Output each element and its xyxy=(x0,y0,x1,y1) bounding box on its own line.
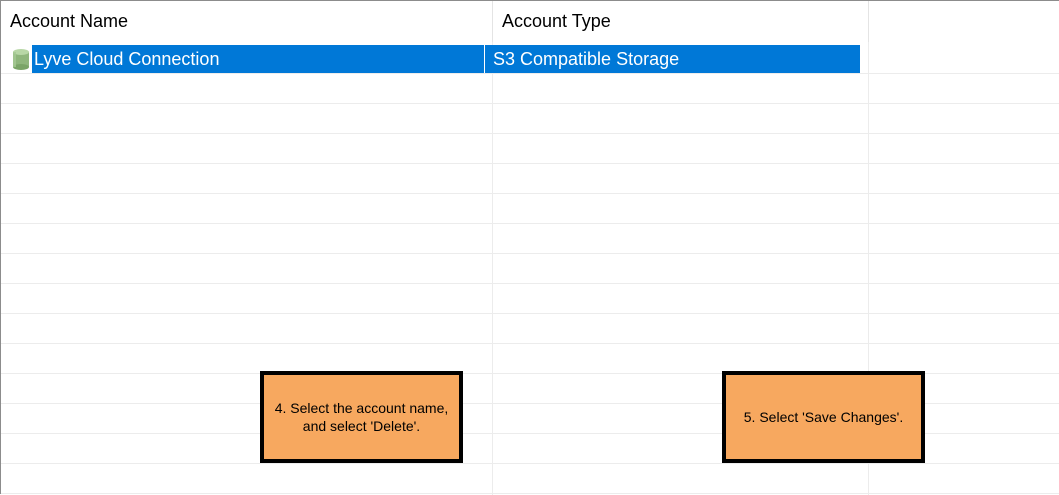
callout-text: 4. Select the account name, and select '… xyxy=(274,400,449,434)
storage-cylinder-icon xyxy=(10,46,32,72)
account-type-cell[interactable]: S3 Compatible Storage xyxy=(484,45,860,73)
column-header-account-name[interactable]: Account Name xyxy=(1,1,493,42)
account-name-cell[interactable]: Lyve Cloud Connection xyxy=(32,45,484,73)
instruction-callout-save: 5. Select 'Save Changes'. xyxy=(722,371,925,463)
row-divider xyxy=(1,103,1059,104)
instruction-callout-delete: 4. Select the account name, and select '… xyxy=(260,371,463,463)
row-divider xyxy=(1,73,1059,74)
row-divider xyxy=(1,343,1059,344)
column-header-account-type[interactable]: Account Type xyxy=(493,1,869,42)
row-divider xyxy=(1,133,1059,134)
table-row[interactable]: Lyve Cloud Connection S3 Compatible Stor… xyxy=(10,45,869,73)
column-header-empty xyxy=(869,1,1059,42)
row-divider xyxy=(1,193,1059,194)
callout-text: 5. Select 'Save Changes'. xyxy=(743,409,904,425)
list-header: Account Name Account Type xyxy=(1,1,1059,42)
row-divider xyxy=(1,253,1059,254)
row-divider xyxy=(1,283,1059,284)
row-divider xyxy=(1,223,1059,224)
column-header-label: Account Type xyxy=(502,11,611,31)
row-divider xyxy=(1,313,1059,314)
accounts-list-panel: Account Name Account Type Lyve Cloud Con… xyxy=(0,0,1059,495)
row-divider xyxy=(1,163,1059,164)
row-divider xyxy=(1,463,1059,464)
column-header-label: Account Name xyxy=(10,11,129,31)
column-divider xyxy=(492,42,493,495)
